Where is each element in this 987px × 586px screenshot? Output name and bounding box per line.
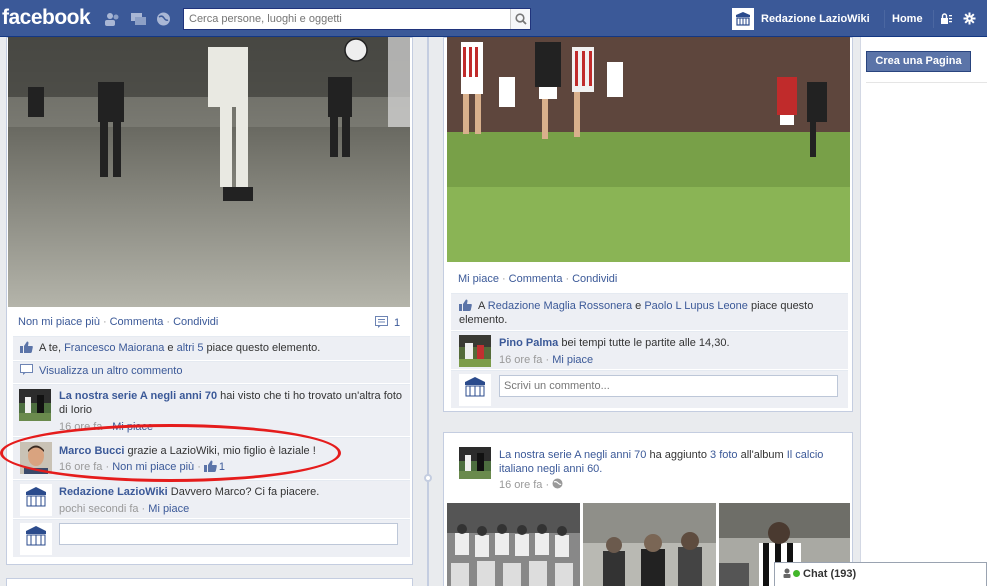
comment-author[interactable]: La nostra serie A negli anni 70 xyxy=(59,390,217,402)
album-photo[interactable] xyxy=(447,503,580,586)
view-more-comments[interactable]: Visualizza un altro commento xyxy=(20,364,182,378)
chat-user-icon xyxy=(783,568,791,578)
liker-link[interactable]: Francesco Maiorana xyxy=(64,342,164,354)
comment-like-link[interactable]: Mi piace xyxy=(148,503,189,515)
separator xyxy=(933,10,934,28)
comment-time[interactable]: pochi secondi fa xyxy=(59,503,139,515)
liker-link[interactable]: Redazione Maglia Rossonera xyxy=(488,300,632,312)
thumbs-up-icon xyxy=(459,299,472,311)
search-input[interactable] xyxy=(184,9,504,29)
likes-summary: A te, Francesco Maiorana e altri 5 piace… xyxy=(20,341,320,355)
messages-icon[interactable] xyxy=(131,12,146,26)
commenter-avatar[interactable] xyxy=(459,335,491,367)
notifications-globe-icon[interactable] xyxy=(156,12,171,26)
comment-meta: pochi secondi fa · Mi piace xyxy=(59,503,190,515)
post-meta: 16 ore fa · xyxy=(499,478,563,492)
top-bar: facebook Redazione LazioWiki Home xyxy=(0,0,987,37)
friend-requests-icon[interactable] xyxy=(105,12,120,26)
search-button[interactable] xyxy=(510,9,530,29)
settings-gear-icon[interactable] xyxy=(962,12,976,26)
chat-label: Chat (193) xyxy=(803,568,857,580)
current-user-avatar xyxy=(20,523,52,555)
share-link[interactable]: Condividi xyxy=(173,316,218,328)
public-globe-icon[interactable] xyxy=(552,478,563,489)
liker-link[interactable]: Paolo L Lupus Leone xyxy=(644,300,748,312)
unlike-link[interactable]: Non mi piace più xyxy=(18,316,100,328)
comment-input[interactable]: Scrivi un commento... xyxy=(499,375,838,397)
timeline-spine xyxy=(427,37,429,586)
post-header: La nostra serie A negli anni 70 ha aggiu… xyxy=(499,449,824,475)
comment-time[interactable]: 16 ore fa xyxy=(499,354,542,366)
commenter-avatar[interactable] xyxy=(19,389,51,421)
comment-count[interactable]: 1 xyxy=(375,316,400,329)
comment-text: La nostra serie A negli anni 70 hai vist… xyxy=(59,390,403,416)
post-photo[interactable] xyxy=(447,37,850,262)
create-page-button[interactable]: Crea una Pagina xyxy=(866,51,971,72)
online-status-dot xyxy=(793,570,800,577)
search-box[interactable] xyxy=(183,8,531,30)
comment-link[interactable]: Commenta xyxy=(509,273,563,285)
comment-author[interactable]: Redazione LazioWiki xyxy=(59,486,168,498)
search-icon xyxy=(515,13,527,25)
others-link[interactable]: altri 5 xyxy=(177,342,204,354)
page-avatar[interactable] xyxy=(459,447,491,479)
divider xyxy=(866,82,987,83)
album-photo[interactable] xyxy=(583,503,716,586)
current-user-avatar xyxy=(459,374,491,406)
profile-name: Redazione LazioWiki xyxy=(761,13,870,25)
profile-link[interactable]: Redazione LazioWiki xyxy=(732,8,870,30)
comment-input[interactable] xyxy=(59,523,398,545)
post-actions: Non mi piace più · Commenta · Condividi xyxy=(18,316,219,328)
comment-text: Redazione LazioWiki Davvero Marco? Ci fa… xyxy=(59,486,320,498)
comment-icon xyxy=(20,364,33,375)
comment-link[interactable]: Commenta xyxy=(110,316,164,328)
share-link[interactable]: Condividi xyxy=(572,273,617,285)
comment-meta: 16 ore fa · Mi piace xyxy=(499,354,594,366)
comment-like-link[interactable]: Mi piace xyxy=(552,354,593,366)
timeline-marker[interactable] xyxy=(424,474,432,482)
right-sidebar xyxy=(860,37,987,586)
profile-avatar xyxy=(732,8,754,30)
page-link[interactable]: La nostra serie A negli anni 70 xyxy=(499,449,646,461)
chat-bar[interactable]: Chat (193) xyxy=(774,562,987,586)
comment-bubble-icon xyxy=(375,316,388,328)
photos-link[interactable]: 3 foto xyxy=(710,449,738,461)
commenter-avatar[interactable] xyxy=(20,484,52,516)
post-card-left-next xyxy=(6,578,413,586)
post-time[interactable]: 16 ore fa xyxy=(499,479,542,491)
privacy-shortcuts-icon[interactable] xyxy=(939,12,953,26)
comment-author[interactable]: Pino Palma xyxy=(499,337,558,349)
comment-text: Pino Palma bei tempi tutte le partite al… xyxy=(499,337,730,349)
thumbs-up-icon xyxy=(20,341,33,353)
home-link[interactable]: Home xyxy=(892,13,923,25)
post-photo[interactable] xyxy=(8,37,410,307)
separator xyxy=(884,10,885,28)
like-link[interactable]: Mi piace xyxy=(458,273,499,285)
annotation-circle xyxy=(0,424,341,482)
post-actions: Mi piace · Commenta · Condividi xyxy=(458,273,618,285)
likes-summary: A Redazione Maglia Rossonera e Paolo L L… xyxy=(459,299,814,326)
facebook-logo[interactable]: facebook xyxy=(2,6,91,30)
